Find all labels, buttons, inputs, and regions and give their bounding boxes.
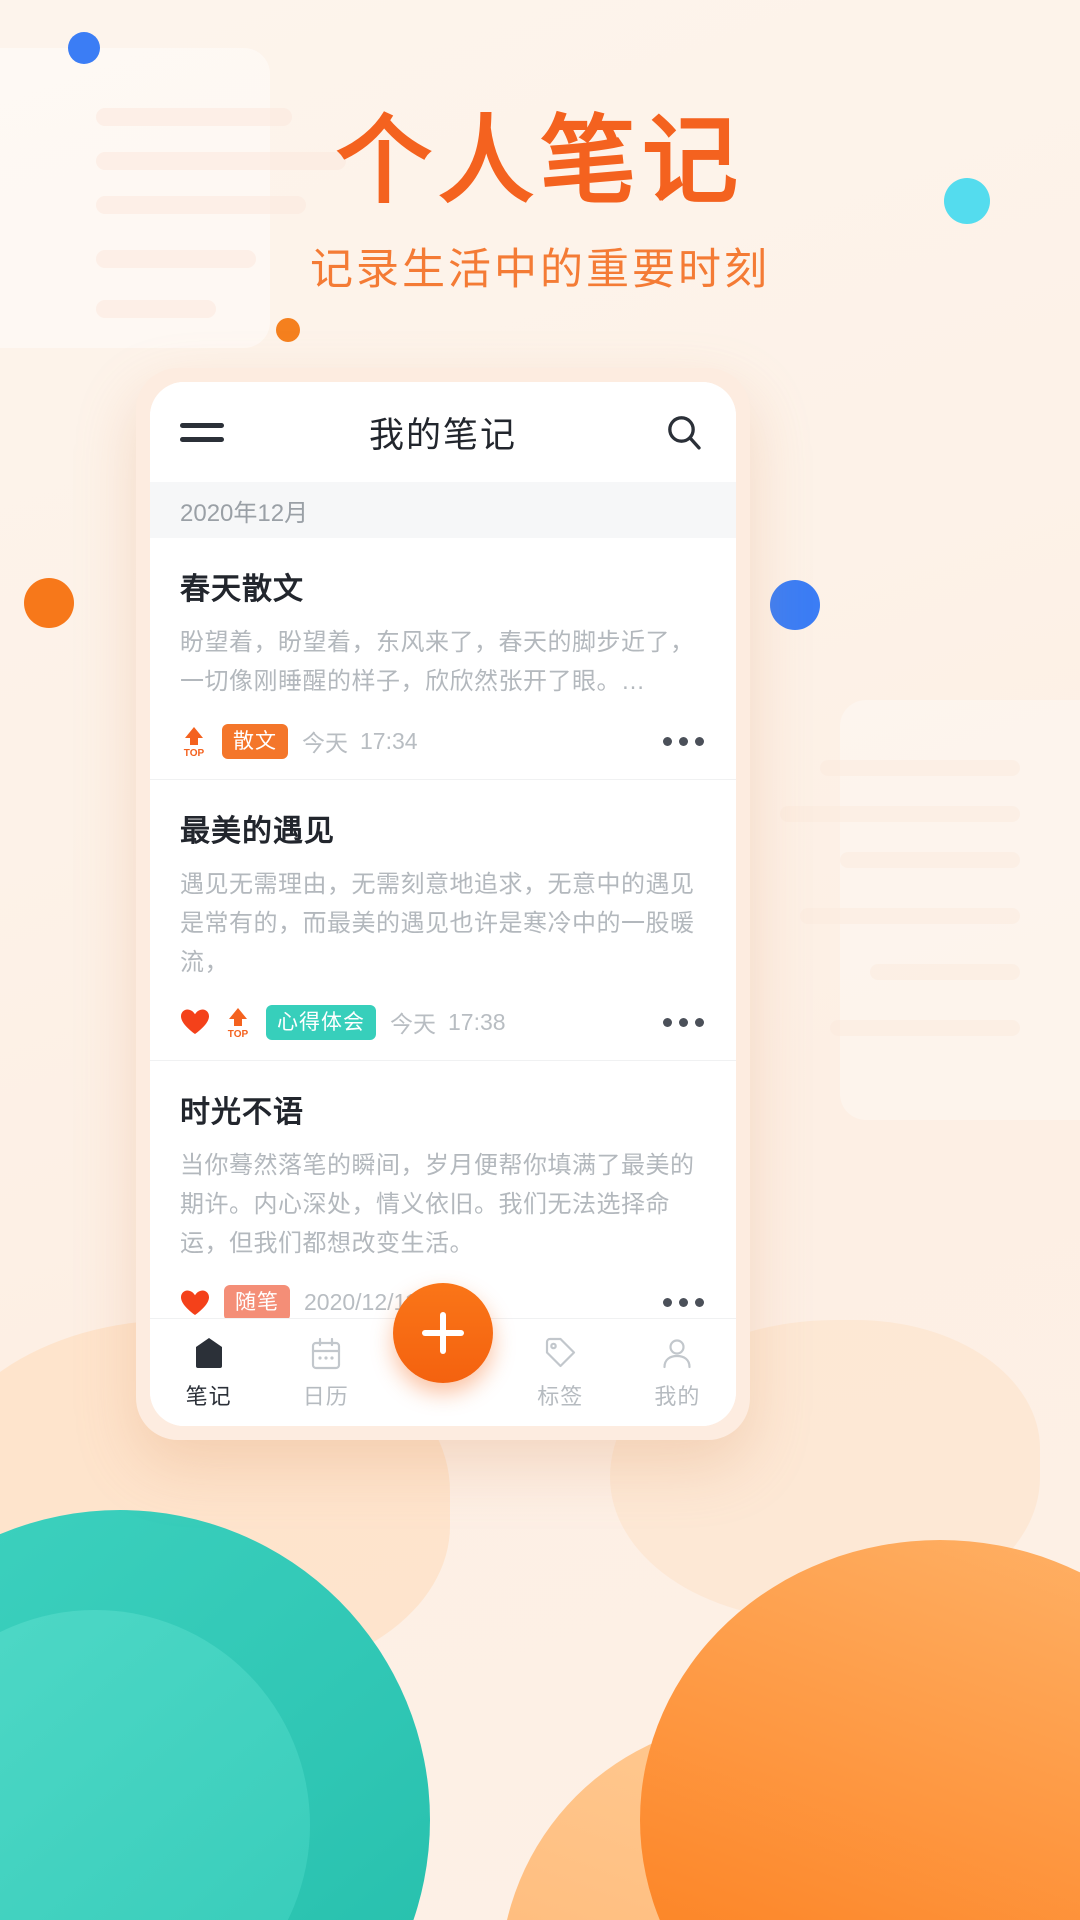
note-body: 遇见无需理由，无需刻意地追求，无意中的遇见是常有的，而最美的遇见也许是寒冷中的一… (180, 870, 695, 976)
svg-text:TOP: TOP (228, 1029, 249, 1038)
search-icon[interactable] (662, 410, 706, 454)
more-dots-icon[interactable] (661, 1012, 706, 1033)
tab-label: 我的 (654, 1384, 701, 1409)
note-date: 今天 (302, 730, 348, 757)
note-time: 17:38 (448, 1008, 506, 1035)
note-tag[interactable]: 心得体会 (266, 1004, 376, 1040)
list-item[interactable]: 最美的遇见 遇见无需理由，无需刻意地追求，无意中的遇见是常有的，而最美的遇见也许… (150, 780, 736, 1061)
tab-profile[interactable]: 我的 (619, 1334, 736, 1411)
note-meta: TOP 散文 今天 17:34 (180, 702, 706, 779)
profile-icon (663, 1339, 692, 1369)
tag-icon (546, 1337, 576, 1368)
note-title: 时光不语 (180, 1095, 304, 1129)
tab-label: 笔记 (185, 1384, 232, 1409)
list-item[interactable]: 春天散文 盼望着，盼望着，东风来了，春天的脚步近了，一切像刚睡醒的样子，欣欣然张… (150, 538, 736, 780)
tab-notes[interactable]: 笔记 (150, 1334, 267, 1411)
list-item[interactable]: 时光不语 当你蓦然落笔的瞬间，岁月便帮你填满了最美的期许。内心深处，情义依旧。我… (150, 1061, 736, 1318)
note-time: 17:34 (360, 727, 418, 754)
pin-top-icon[interactable]: TOP (180, 725, 208, 757)
decor-dot-orange-left (24, 578, 74, 628)
note-date: 今天 (390, 1011, 436, 1038)
favorite-heart-icon[interactable] (180, 1008, 210, 1036)
svg-text:TOP: TOP (184, 748, 205, 757)
hero-section: 个人笔记 记录生活中的重要时刻 (0, 108, 1080, 297)
note-tag[interactable]: 随笔 (224, 1285, 290, 1318)
more-dots-icon[interactable] (661, 1292, 706, 1313)
tab-tags[interactable]: 标签 (502, 1334, 619, 1411)
ghost-line-10 (870, 964, 1020, 980)
calendar-icon (311, 1337, 340, 1370)
note-title: 春天散文 (180, 573, 304, 606)
page-subtitle: 记录生活中的重要时刻 (310, 245, 770, 294)
ghost-line-6 (820, 760, 1020, 776)
month-section-header: 2020年12月 (150, 482, 736, 538)
app-title: 我的笔记 (368, 415, 517, 455)
page-title: 个人笔记 (336, 108, 744, 215)
pin-top-icon[interactable]: TOP (224, 1006, 252, 1038)
tab-calendar[interactable]: 日历 (267, 1334, 384, 1411)
hamburger-menu-icon[interactable] (180, 422, 224, 442)
more-dots-icon[interactable] (661, 731, 706, 752)
ghost-line-7 (780, 806, 1020, 822)
decor-dot-blue-top (68, 32, 100, 64)
note-list[interactable]: 春天散文 盼望着，盼望着，东风来了，春天的脚步近了，一切像刚睡醒的样子，欣欣然张… (150, 538, 736, 1318)
add-note-button[interactable] (393, 1283, 493, 1383)
ghost-line-8 (840, 852, 1020, 868)
note-body: 当你蓦然落笔的瞬间，岁月便帮你填满了最美的期许。内心深处，情义依旧。我们无法选择… (180, 1151, 695, 1257)
note-icon (195, 1338, 222, 1368)
ghost-line-11 (830, 1020, 1020, 1036)
phone-screen: 我的笔记 2020年12月 春天散文 盼望着，盼望着，东风来了，春天的脚步近了，… (150, 382, 736, 1426)
note-tag[interactable]: 散文 (222, 723, 288, 759)
app-header: 我的笔记 (150, 382, 736, 482)
month-label: 2020年12月 (180, 499, 309, 527)
ghost-line-5 (96, 300, 216, 318)
favorite-heart-icon[interactable] (180, 1289, 210, 1317)
decor-dot-blue-right (770, 580, 820, 630)
note-meta: TOP 心得体会 今天 17:38 (180, 983, 706, 1060)
ghost-line-9 (800, 908, 1020, 924)
tab-label: 标签 (537, 1384, 584, 1409)
note-title: 最美的遇见 (180, 814, 335, 848)
decor-dot-orange-small (276, 318, 300, 342)
tab-label: 日历 (302, 1384, 349, 1409)
note-body: 盼望着，盼望着，东风来了，春天的脚步近了，一切像刚睡醒的样子，欣欣然张开了眼。… (180, 629, 695, 695)
bottom-tabbar: 笔记 日历 标签 我的 (150, 1283, 736, 1426)
